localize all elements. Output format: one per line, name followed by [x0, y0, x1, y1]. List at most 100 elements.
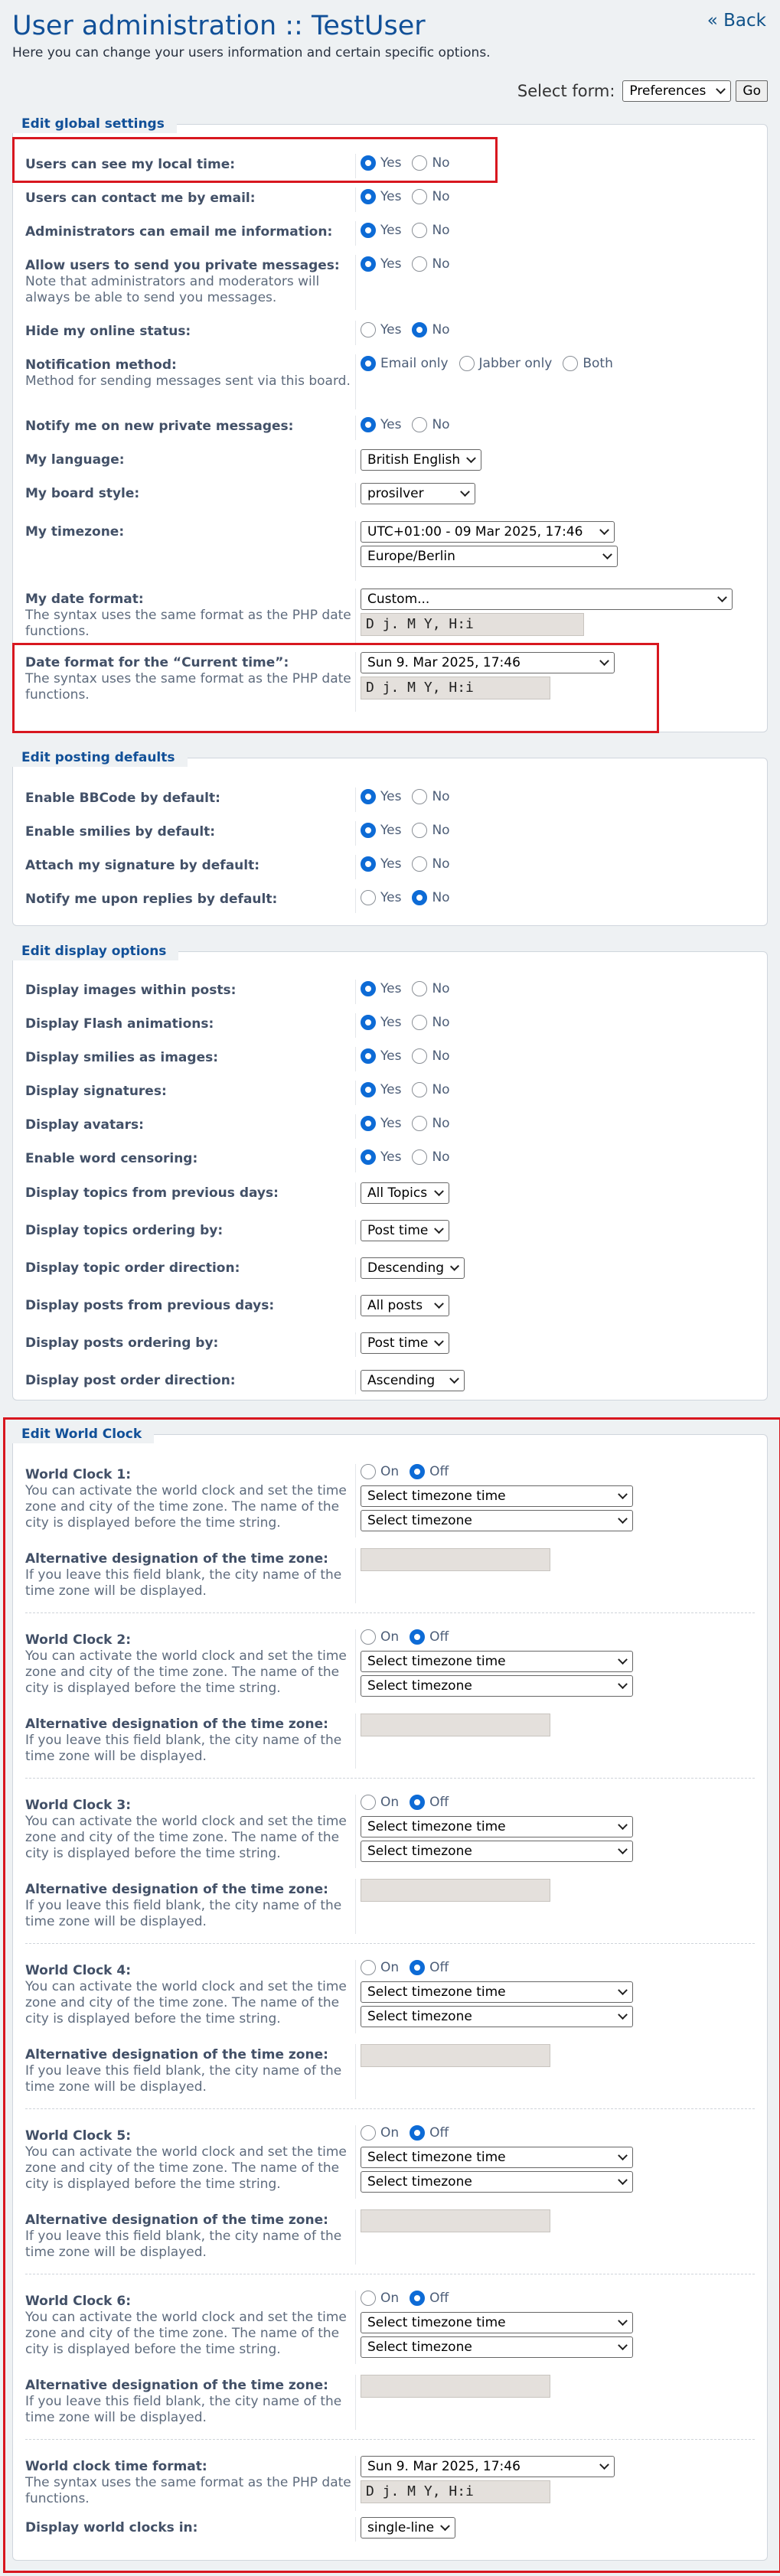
world-clock-2-radio-group: On Off — [361, 1629, 459, 1648]
timezone-city-select[interactable]: Europe/Berlin — [361, 546, 618, 567]
world-clock-4-radio-off[interactable]: Off — [410, 1960, 449, 1975]
world-clock-6-radio-off[interactable]: Off — [410, 2291, 449, 2306]
board-style-select[interactable]: prosilver — [361, 483, 475, 504]
notify-replies-radio-yes[interactable]: Yes — [361, 890, 401, 905]
world-clock-1-timezone-time-select[interactable]: Select timezone time — [361, 1485, 633, 1507]
world-clock-4-timezone-select[interactable]: Select timezone — [361, 2006, 633, 2027]
world-clock-2-radio-off[interactable]: Off — [410, 1629, 449, 1645]
world-clock-5-alt-designation-input[interactable] — [361, 2209, 550, 2232]
smilies-img-radio-yes[interactable]: Yes — [361, 1048, 401, 1064]
post-order-select[interactable]: Post time — [361, 1332, 449, 1354]
contact-email-row: Users can contact me by email: Yes No — [13, 187, 767, 215]
censor-radio-no[interactable]: No — [412, 1149, 450, 1165]
flash-radio-yes[interactable]: Yes — [361, 1015, 401, 1030]
current-time-format-input[interactable]: D j. M Y, H:i — [361, 677, 550, 699]
signature-radio-yes[interactable]: Yes — [361, 856, 401, 872]
go-button[interactable]: Go — [736, 80, 768, 102]
world-clock-1-alt-designation-label: Alternative designation of the time zone… — [25, 1551, 328, 1567]
avatars-radio-yes[interactable]: Yes — [361, 1116, 401, 1131]
world-clock-3-radio-off[interactable]: Off — [410, 1795, 449, 1810]
world-clock-1-timezone-select[interactable]: Select timezone — [361, 1510, 633, 1531]
notify-pm-label-block: Notify me on new private messages: — [25, 419, 358, 435]
world-clock-2-timezone-time-select[interactable]: Select timezone time — [361, 1651, 633, 1672]
admin-email-radio-yes[interactable]: Yes — [361, 223, 401, 238]
contact-email-radio-yes[interactable]: Yes — [361, 189, 401, 204]
contact-email-radio-no[interactable]: No — [412, 189, 450, 204]
select-form-label: Select form: — [517, 82, 615, 100]
local-time-radio-no[interactable]: No — [412, 155, 450, 171]
world-clock-6-timezone-time-select[interactable]: Select timezone time — [361, 2312, 633, 2333]
date-format-select[interactable]: Custom... — [361, 589, 733, 610]
flash-radio-no[interactable]: No — [412, 1015, 450, 1030]
world-clock-2-timezone-select[interactable]: Select timezone — [361, 1675, 633, 1697]
notify-pm-radio-yes[interactable]: Yes — [361, 417, 401, 432]
topic-order-select[interactable]: Post time — [361, 1220, 449, 1241]
date-format-input[interactable]: D j. M Y, H:i — [361, 613, 584, 636]
current-time-format-label-block: Date format for the “Current time”: The s… — [25, 655, 358, 703]
private-messages-radio-yes[interactable]: Yes — [361, 256, 401, 272]
world-clock-6-alt-designation-input[interactable] — [361, 2375, 550, 2398]
select-form-dropdown[interactable]: Preferences — [622, 80, 732, 102]
hide-online-radio-yes[interactable]: Yes — [361, 322, 401, 337]
world-clock-5-timezone-select[interactable]: Select timezone — [361, 2171, 633, 2193]
smilies-img-radio-no[interactable]: No — [412, 1048, 450, 1064]
notify-pm-radio-no[interactable]: No — [412, 417, 450, 432]
world-clock-time-format-select[interactable]: Sun 9. Mar 2025, 17:46 — [361, 2456, 615, 2477]
back-link[interactable]: « Back — [707, 11, 766, 31]
world-clock-4-timezone-time-select[interactable]: Select timezone time — [361, 1981, 633, 2003]
world-clock-3-timezone-select[interactable]: Select timezone — [361, 1841, 633, 1862]
world-clock-4-radio-on[interactable]: On — [361, 1960, 399, 1975]
images-radio-group: Yes No — [361, 981, 461, 1000]
images-radio-yes[interactable]: Yes — [361, 981, 401, 996]
world-clock-1-alt-designation-input[interactable] — [361, 1548, 550, 1571]
world-clock-6-radio-on[interactable]: On — [361, 2291, 399, 2306]
images-radio-no[interactable]: No — [412, 981, 450, 996]
topic-dir-select[interactable]: Descending — [361, 1257, 465, 1279]
topic-order-row: Display topics ordering by: Post time — [13, 1220, 767, 1247]
post-dir-select[interactable]: Ascending — [361, 1370, 465, 1391]
notification-method-label-block: Notification method: Method for sending m… — [25, 357, 358, 390]
signatures-radio-no[interactable]: No — [412, 1082, 450, 1097]
world-clock-display-in-select[interactable]: single-line — [361, 2517, 455, 2539]
radio-option-label: Off — [429, 2125, 449, 2141]
bbcode-radio-yes[interactable]: Yes — [361, 789, 401, 804]
post-days-select[interactable]: All posts — [361, 1295, 449, 1316]
signature-radio-no[interactable]: No — [412, 856, 450, 872]
world-clock-6-timezone-select[interactable]: Select timezone — [361, 2336, 633, 2358]
notification-method-radio-jabber[interactable]: Jabber only — [459, 356, 552, 371]
smilies-radio-no[interactable]: No — [412, 823, 450, 838]
local-time-radio-yes[interactable]: Yes — [361, 155, 401, 171]
world-clock-3-alt-designation-input[interactable] — [361, 1879, 550, 1902]
flash-label-block: Display Flash animations: — [25, 1016, 358, 1032]
timezone-time-select[interactable]: UTC+01:00 - 09 Mar 2025, 17:46 — [361, 521, 615, 543]
language-select[interactable]: British English — [361, 449, 481, 471]
hide-online-radio-no[interactable]: No — [412, 322, 450, 337]
notification-method-radio-both[interactable]: Both — [563, 356, 613, 371]
world-clock-1-radio-off[interactable]: Off — [410, 1464, 449, 1479]
smilies-radio-yes[interactable]: Yes — [361, 823, 401, 838]
world-clock-5-timezone-time-select[interactable]: Select timezone time — [361, 2147, 633, 2168]
world-clock-5-radio-on[interactable]: On — [361, 2125, 399, 2141]
world-clock-3-radio-on[interactable]: On — [361, 1795, 399, 1810]
censor-radio-yes[interactable]: Yes — [361, 1149, 401, 1165]
notify-replies-radio-no[interactable]: No — [412, 890, 450, 905]
world-clock-1-radio-on[interactable]: On — [361, 1464, 399, 1479]
board-style-row: My board style: prosilver — [13, 483, 767, 510]
world-clock-2-radio-on[interactable]: On — [361, 1629, 399, 1645]
current-time-format-select[interactable]: Sun 9. Mar 2025, 17:46 — [361, 652, 615, 673]
world-clock-4-alt-designation-input[interactable] — [361, 2044, 550, 2067]
radio-circle-icon — [412, 1048, 428, 1064]
timezone-row: My timezone: UTC+01:00 - 09 Mar 2025, 17:… — [13, 521, 767, 584]
world-clock-3-timezone-time-select[interactable]: Select timezone time — [361, 1816, 633, 1837]
avatars-radio-no[interactable]: No — [412, 1116, 450, 1131]
topic-days-select[interactable]: All Topics — [361, 1182, 449, 1204]
world-clock-time-format-input[interactable]: D j. M Y, H:i — [361, 2480, 550, 2503]
signatures-radio-yes[interactable]: Yes — [361, 1082, 401, 1097]
bbcode-radio-no[interactable]: No — [412, 789, 450, 804]
notification-method-radio-email[interactable]: Email only — [361, 356, 449, 371]
world-clock-6-timezone-select-value: Select timezone — [367, 2340, 472, 2355]
world-clock-2-alt-designation-input[interactable] — [361, 1714, 550, 1736]
private-messages-radio-no[interactable]: No — [412, 256, 450, 272]
admin-email-radio-no[interactable]: No — [412, 223, 450, 238]
world-clock-5-radio-off[interactable]: Off — [410, 2125, 449, 2141]
